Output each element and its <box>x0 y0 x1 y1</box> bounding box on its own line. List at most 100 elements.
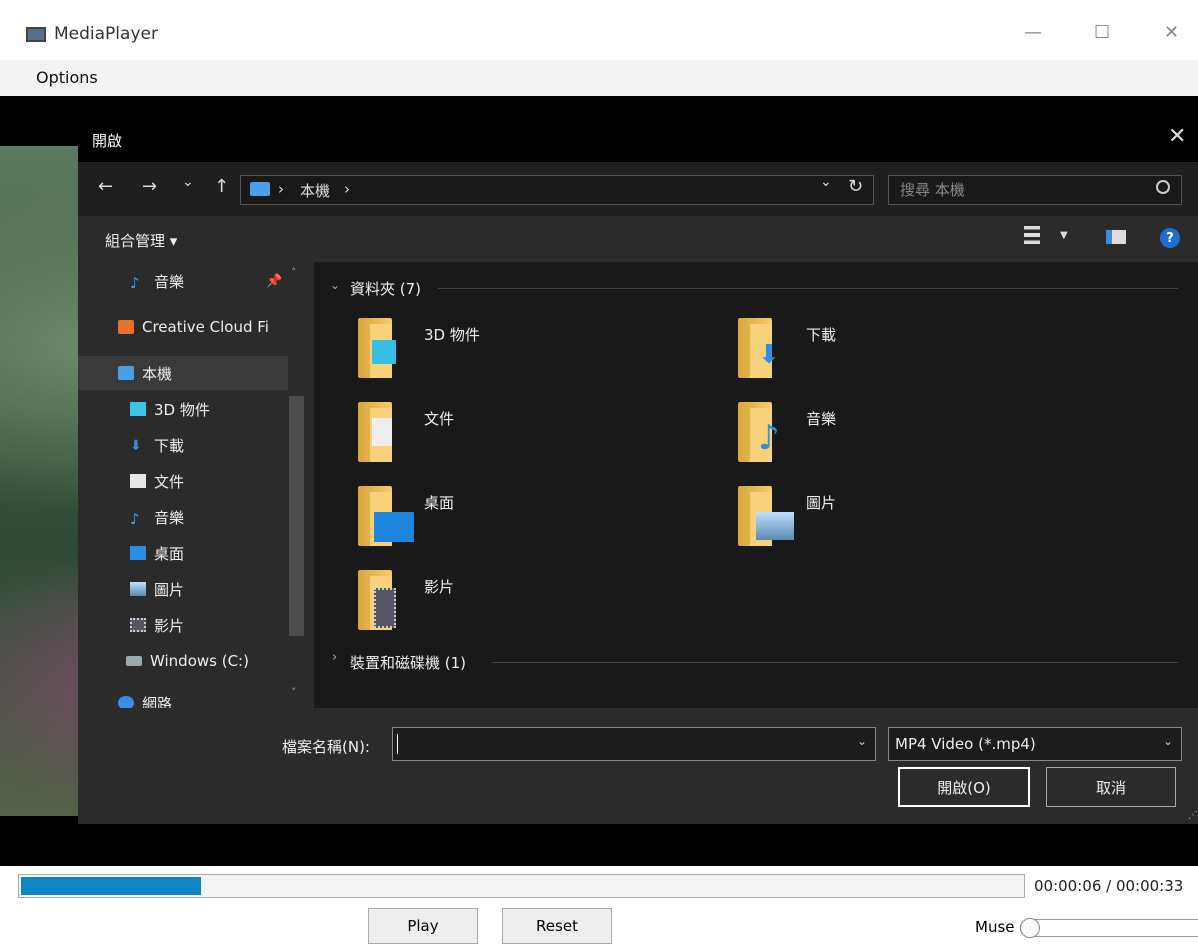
window-title: MediaPlayer <box>54 24 158 44</box>
folder-3d-objects[interactable]: 3D 物件 <box>354 316 694 384</box>
dialog-footer <box>78 708 1198 824</box>
this-pc-icon <box>118 366 134 380</box>
forward-arrow-icon[interactable]: → <box>142 176 157 197</box>
nav-item-label: 音樂 <box>154 272 185 291</box>
folder-music[interactable]: ♪ 音樂 <box>734 400 1074 468</box>
nav-item-music[interactable]: ♪ 音樂 <box>78 500 314 534</box>
nav-item-videos[interactable]: 影片 <box>78 608 314 642</box>
maximize-button[interactable]: ☐ <box>1094 22 1110 43</box>
breadcrumb-chevron[interactable]: › <box>344 180 350 198</box>
document-icon <box>130 474 146 488</box>
nav-item-3d-objects[interactable]: 3D 物件 <box>78 392 314 426</box>
progress-fill <box>21 877 201 895</box>
nav-scrollbar-thumb[interactable] <box>289 396 304 636</box>
folder-label: 下載 <box>806 326 837 344</box>
nav-item-label: 影片 <box>154 616 185 635</box>
window-close-button[interactable]: ✕ <box>1164 22 1179 43</box>
playback-progress-bar[interactable] <box>18 874 1025 898</box>
refresh-icon[interactable]: ↻ <box>848 176 863 197</box>
play-button[interactable]: Play <box>368 908 478 944</box>
time-display: 00:00:06 / 00:00:33 <box>1034 877 1184 895</box>
music-icon: ♪ <box>130 510 140 528</box>
pin-icon[interactable]: 📌 <box>266 274 282 289</box>
dialog-title: 開啟 <box>92 132 123 150</box>
folder-label: 圖片 <box>806 494 837 512</box>
creative-cloud-icon <box>118 320 134 334</box>
menu-options[interactable]: Options <box>36 68 98 87</box>
3d-objects-icon <box>130 402 146 416</box>
file-type-value: MP4 Video (*.mp4) <box>895 735 1036 753</box>
text-cursor <box>397 734 398 754</box>
menu-bar <box>0 60 1198 97</box>
preview-pane-icon[interactable] <box>1106 230 1126 244</box>
reset-button[interactable]: Reset <box>502 908 612 944</box>
muse-slider-knob[interactable] <box>1020 918 1040 938</box>
nav-item-windows-drive[interactable]: Windows (C:) <box>78 644 314 678</box>
folder-label: 文件 <box>424 410 455 428</box>
group-divider <box>492 662 1178 663</box>
muse-label: Muse <box>975 918 1015 936</box>
desktop-folder-icon <box>358 486 414 546</box>
file-type-select[interactable]: MP4 Video (*.mp4) ⌄ <box>888 727 1182 761</box>
nav-item-label: 本機 <box>142 364 173 383</box>
folder-documents[interactable]: 文件 <box>354 400 694 468</box>
nav-item-label: 3D 物件 <box>154 400 210 419</box>
nav-item-label: 文件 <box>154 472 185 491</box>
filename-dropdown-icon[interactable]: ⌄ <box>857 734 867 748</box>
nav-item-label: 音樂 <box>154 508 185 527</box>
file-type-dropdown-icon[interactable]: ⌄ <box>1163 734 1173 748</box>
this-pc-icon <box>250 182 270 196</box>
breadcrumb-separator: › <box>278 180 284 198</box>
nav-item-pictures[interactable]: 圖片 <box>78 572 314 606</box>
videos-icon <box>130 618 146 632</box>
nav-item-documents[interactable]: 文件 <box>78 464 314 498</box>
minimize-button[interactable]: — <box>1024 22 1042 43</box>
nav-item-label: 網路 <box>142 694 173 709</box>
address-bar[interactable] <box>240 175 874 205</box>
scroll-up-icon[interactable]: ˄ <box>291 266 297 279</box>
open-button[interactable]: 開啟(O) <box>898 767 1030 807</box>
nav-item-creative-cloud[interactable]: Creative Cloud Fi <box>78 310 314 344</box>
help-icon[interactable]: ? <box>1160 228 1180 248</box>
resize-grip-icon[interactable]: ⋰ <box>1188 810 1198 821</box>
nav-item-desktop[interactable]: 桌面 <box>78 536 314 570</box>
organize-menu[interactable]: 組合管理 ▾ <box>105 230 177 251</box>
folder-label: 影片 <box>424 578 455 596</box>
open-file-dialog: 開啟 ✕ ← → ⌄ ↑ › 本機 › ⌄ ↻ 搜尋 本機 組合管理 ▾ ▼ ?… <box>78 116 1198 824</box>
title-bar <box>0 10 1198 60</box>
app-icon <box>26 27 46 42</box>
filename-label: 檔案名稱(N): <box>282 738 370 756</box>
cancel-button[interactable]: 取消 <box>1046 767 1176 807</box>
view-options-icon[interactable] <box>1024 226 1040 244</box>
folders-group-header[interactable]: 資料夾 (7) <box>350 278 421 299</box>
folder-pictures[interactable]: 圖片 <box>734 484 1074 552</box>
nav-item-label: 圖片 <box>154 580 185 599</box>
download-icon: ⬇ <box>130 438 142 454</box>
downloads-folder-icon: ⬇ <box>738 318 780 378</box>
filename-input[interactable]: ⌄ <box>392 727 876 761</box>
back-arrow-icon[interactable]: ← <box>98 176 113 197</box>
devices-group-header[interactable]: 裝置和磁碟機 (1) <box>350 652 466 673</box>
up-arrow-icon[interactable]: ↑ <box>214 176 229 197</box>
nav-item-this-pc[interactable]: 本機 <box>78 356 288 390</box>
address-dropdown-icon[interactable]: ⌄ <box>820 174 832 190</box>
folder-downloads[interactable]: ⬇ 下載 <box>734 316 1074 384</box>
nav-item-network[interactable]: 網路 <box>78 686 314 708</box>
nav-item-downloads[interactable]: ⬇ 下載 <box>78 428 314 462</box>
folder-videos[interactable]: 影片 <box>354 568 694 636</box>
expand-chevron-icon[interactable]: › <box>332 650 337 665</box>
breadcrumb-this-pc[interactable]: 本機 <box>300 180 330 201</box>
dialog-close-button[interactable]: ✕ <box>1168 124 1186 149</box>
pictures-folder-icon <box>738 486 794 546</box>
muse-slider[interactable] <box>1020 918 1198 938</box>
view-dropdown-icon[interactable]: ▼ <box>1060 230 1068 241</box>
videos-folder-icon <box>358 570 398 630</box>
pictures-icon <box>130 582 146 596</box>
collapse-chevron-icon[interactable]: ⌄ <box>330 278 340 292</box>
recent-locations-chevron-icon[interactable]: ⌄ <box>182 174 194 190</box>
dialog-title-bar <box>78 116 1198 162</box>
folder-desktop[interactable]: 桌面 <box>354 484 694 552</box>
nav-item-label: Windows (C:) <box>150 652 249 670</box>
search-icon[interactable] <box>1156 180 1170 194</box>
scroll-down-icon[interactable]: ˅ <box>291 686 297 699</box>
